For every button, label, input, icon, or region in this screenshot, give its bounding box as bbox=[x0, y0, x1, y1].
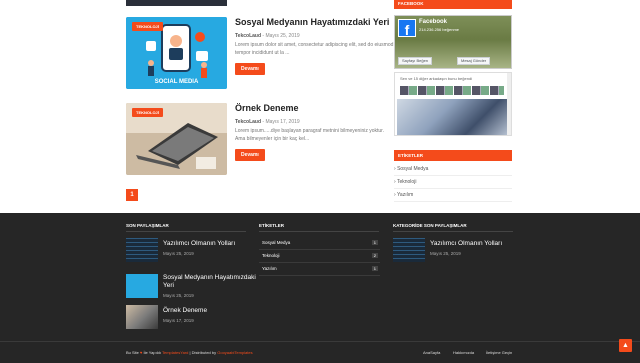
footer-post-title[interactable]: Sosyal Medyanın Hayatımızdaki bbox=[163, 274, 256, 281]
footer-label-name[interactable]: Sosyal Medya bbox=[262, 240, 290, 245]
post-title[interactable]: Örnek Deneme bbox=[235, 103, 299, 113]
post-tag[interactable]: TEKNOLOJİ bbox=[132, 22, 163, 31]
credit-made: İle Yapıldı bbox=[143, 350, 161, 355]
footer-credit: Bu Site ♥ İle Yapıldı TemplatesYard | Di… bbox=[126, 350, 253, 355]
footer-label-name[interactable]: Yazılım bbox=[262, 266, 277, 271]
category-label[interactable]: Teknoloji bbox=[397, 179, 416, 185]
previous-post-thumbnail[interactable] bbox=[126, 0, 227, 6]
footer-post-date: Mayıs 25, 2019 bbox=[163, 251, 194, 256]
footer-post-thumbnail[interactable] bbox=[126, 305, 158, 329]
post-thumbnail[interactable]: TEKNOLOJİ bbox=[126, 103, 227, 175]
footer-recent-post: Sosyal Medyanın Hayatımızdaki Yeri Mayıs… bbox=[126, 272, 256, 302]
facebook-icon[interactable]: f bbox=[398, 19, 416, 38]
facebook-friends-box: Sen ve 15 diğer arkadaşın bunu beğendi bbox=[394, 72, 512, 136]
facebook-widget-title: FACEBOOK bbox=[394, 0, 512, 9]
footer-recent-post: Örnek Deneme Mayıs 17, 2019 bbox=[126, 305, 256, 331]
post-title[interactable]: Sosyal Medyanın Hayatımızdaki Yeri bbox=[235, 17, 389, 27]
footer-bottom-bar: Bu Site ♥ İle Yapıldı TemplatesYard | Di… bbox=[0, 341, 640, 363]
facebook-like-button[interactable]: Sayfayı Beğen bbox=[398, 57, 433, 65]
facebook-post-image[interactable] bbox=[397, 99, 509, 135]
footer-label-name[interactable]: Teknoloji bbox=[262, 253, 280, 258]
widget-scrollbar[interactable] bbox=[507, 73, 511, 135]
footer-post-date: Mayıs 25, 2019 bbox=[163, 293, 194, 298]
heart-icon: ♥ bbox=[140, 350, 143, 355]
facebook-page-name[interactable]: Facebook bbox=[419, 19, 447, 25]
credit-prefix: Bu Site bbox=[126, 350, 139, 355]
footer-post-title[interactable]: Örnek Deneme bbox=[163, 307, 207, 314]
category-label[interactable]: Yazılım bbox=[397, 192, 413, 198]
footer-post-title[interactable]: Yazılımcı Olmanın Yolları bbox=[163, 240, 235, 247]
footer-recent-post: Yazılımcı Olmanın Yolları Mayıs 25, 2019 bbox=[126, 238, 256, 264]
post-item: TEKNOLOJİ SOCIAL MEDIA Sosyal Medyanın H… bbox=[126, 17, 396, 89]
footer-post-title-line2[interactable]: Yeri bbox=[163, 282, 174, 289]
main-content: TEKNOLOJİ SOCIAL MEDIA Sosyal Medyanın H… bbox=[0, 0, 640, 213]
footer-label-count: 1 bbox=[371, 266, 378, 271]
footer-post-date: Mayıs 17, 2019 bbox=[163, 318, 194, 323]
footer-post-thumbnail[interactable] bbox=[126, 274, 158, 298]
footer-label-count: 2 bbox=[371, 253, 378, 258]
labels-widget-title: ETİKETLER bbox=[394, 150, 512, 161]
read-more-button[interactable]: Devamı bbox=[235, 149, 265, 161]
facebook-like-count: 214.236.256 beğenme bbox=[419, 27, 460, 32]
category-list: › Sosyal Medya › Teknoloji › Yazılım bbox=[394, 163, 512, 202]
footer-label-item[interactable]: Sosyal Medya 1 bbox=[259, 238, 380, 250]
post-thumbnail[interactable]: TEKNOLOJİ SOCIAL MEDIA bbox=[126, 17, 227, 89]
facebook-page-widget[interactable]: f Facebook 214.236.256 beğenme Sayfayı B… bbox=[394, 15, 512, 69]
footer-post-title[interactable]: Yazılımcı Olmanın Yolları bbox=[430, 240, 502, 247]
post-author[interactable]: TekcoLaud bbox=[235, 119, 261, 125]
read-more-button[interactable]: Devamı bbox=[235, 63, 265, 75]
arrow-up-icon[interactable]: ▲ bbox=[619, 339, 632, 352]
footer-menu-about[interactable]: Hakkımızda bbox=[453, 350, 474, 355]
category-item[interactable]: › Sosyal Medya bbox=[394, 163, 512, 176]
footer-labels-title: ETİKETLER bbox=[259, 223, 379, 232]
category-item[interactable]: › Yazılım bbox=[394, 189, 512, 202]
pagination-current[interactable]: 1 bbox=[126, 189, 138, 201]
friends-like-text: Sen ve 15 diğer arkadaşın bunu beğendi bbox=[400, 76, 473, 81]
post-date: Mayıs 17, 2019 bbox=[265, 119, 300, 125]
credit-separator: | Distributed by bbox=[189, 350, 217, 355]
footer-label-item[interactable]: Teknoloji 2 bbox=[259, 251, 380, 263]
footer-label-count: 1 bbox=[371, 240, 378, 245]
post-item: TEKNOLOJİ Örnek Deneme TekcoLaud - Mayıs… bbox=[126, 103, 396, 175]
footer-menu-home[interactable]: AnaSayfa bbox=[423, 350, 440, 355]
footer-label-item[interactable]: Yazılım 1 bbox=[259, 264, 380, 276]
post-tag[interactable]: TEKNOLOJİ bbox=[132, 108, 163, 117]
post-meta: TekcoLaud - Mayıs 25, 2019 bbox=[235, 33, 300, 39]
post-author[interactable]: TekcoLaud bbox=[235, 33, 261, 39]
footer-recent-title: SON PAYLAŞIMLAR bbox=[126, 223, 246, 232]
facebook-message-button[interactable]: Mesaj Gönder bbox=[457, 57, 491, 65]
footer-post-thumbnail[interactable] bbox=[393, 238, 425, 262]
category-item[interactable]: › Teknoloji bbox=[394, 176, 512, 189]
post-excerpt: Lorem ipsum dolor sit amet, consectetur … bbox=[235, 42, 394, 56]
post-meta: TekcoLaud - Mayıs 17, 2019 bbox=[235, 119, 300, 125]
footer-category-title: KATEGORİDE SON PAYLAŞIMLAR bbox=[393, 223, 513, 232]
footer-menu-contact[interactable]: İletişime Geçin bbox=[486, 350, 512, 355]
credit-distributor-link[interactable]: GooyaabiTemplates bbox=[217, 350, 252, 355]
category-label[interactable]: Sosyal Medya bbox=[397, 166, 428, 172]
friends-avatars[interactable] bbox=[400, 86, 504, 95]
thumbnail-caption: SOCIAL MEDIA bbox=[154, 79, 199, 85]
credit-brand-link[interactable]: TemplatesYard bbox=[162, 350, 188, 355]
post-excerpt: Lorem ipsum.....diye başlayan paragraf m… bbox=[235, 128, 384, 142]
footer: SON PAYLAŞIMLAR ETİKETLER KATEGORİDE SON… bbox=[0, 213, 640, 363]
footer-category-post: Yazılımcı Olmanın Yolları Mayıs 25, 2019 bbox=[393, 238, 523, 264]
footer-post-thumbnail[interactable] bbox=[126, 238, 158, 262]
footer-post-date: Mayıs 25, 2019 bbox=[430, 251, 461, 256]
post-date: Mayıs 25, 2019 bbox=[265, 33, 300, 39]
